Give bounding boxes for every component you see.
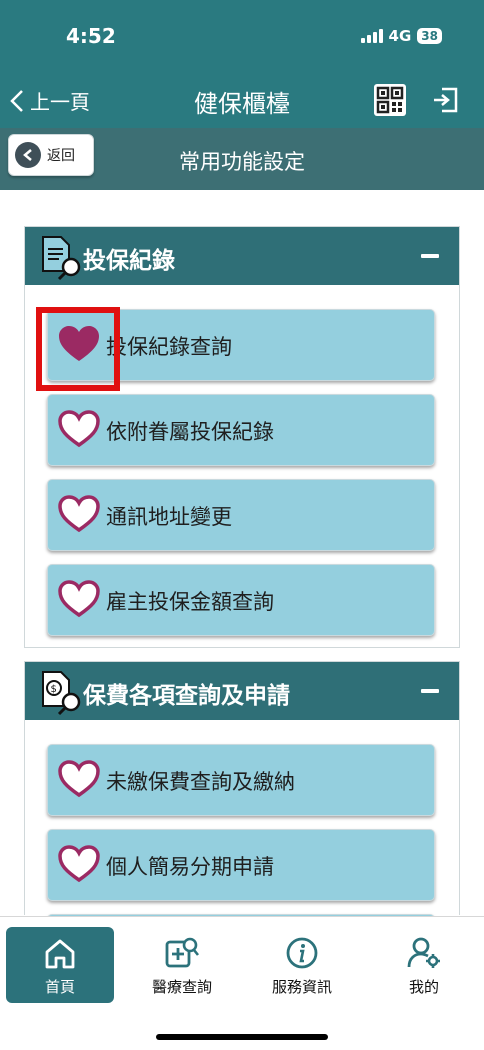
network-label: 4G — [388, 27, 412, 45]
bill-search-icon: $ — [42, 671, 81, 716]
item-label: 雇主投保金額查詢 — [106, 590, 274, 614]
section-insurance-records: 投保紀錄 投保紀錄查詢 依附眷屬投保紀錄 通訊地址變更 雇主投保金額查詢 — [24, 226, 460, 648]
tab-label: 服務資訊 — [271, 978, 332, 996]
section-premium-queries: $ 保費各項查詢及申請 未繳保費查詢及繳納 個人簡易分期申請 — [24, 661, 460, 924]
item-label: 個人簡易分期申請 — [106, 855, 274, 879]
bottom-tab-bar: 首頁 醫療查詢 服務資訊 我的 — [0, 916, 484, 1050]
signal-icon — [360, 29, 383, 43]
heart-outline-icon[interactable] — [56, 579, 102, 619]
medical-search-icon — [165, 937, 200, 968]
item-label: 通訊地址變更 — [106, 505, 232, 529]
svg-text:$: $ — [51, 684, 57, 695]
user-settings-icon — [407, 937, 440, 968]
status-indicators: 4G 38 — [360, 27, 442, 45]
heart-outline-icon[interactable] — [56, 409, 102, 449]
section-title: 投保紀錄 — [83, 248, 175, 274]
battery-icon: 38 — [417, 28, 442, 44]
tab-label: 首頁 — [44, 978, 75, 996]
list-item-unpaid-premium[interactable]: 未繳保費查詢及繳納 — [47, 744, 435, 816]
item-label: 依附眷屬投保紀錄 — [106, 420, 274, 444]
list-item-installment-application[interactable]: 個人簡易分期申請 — [47, 829, 435, 901]
section-header[interactable]: 投保紀錄 — [25, 227, 459, 285]
document-search-icon — [42, 236, 81, 281]
tab-service-info[interactable]: 服務資訊 — [248, 927, 356, 1003]
home-indicator[interactable] — [156, 1034, 328, 1040]
app-header: 4:52 4G 38 上一頁 健保櫃檯 — [0, 0, 484, 128]
section-title: 保費各項查詢及申請 — [83, 683, 290, 709]
logout-icon[interactable] — [432, 86, 460, 114]
heart-outline-icon[interactable] — [56, 844, 102, 884]
list-item-employer-amount-query[interactable]: 雇主投保金額查詢 — [47, 564, 435, 636]
tab-label: 我的 — [408, 978, 439, 996]
section-header[interactable]: $ 保費各項查詢及申請 — [25, 662, 459, 720]
page-title: 健保櫃檯 — [194, 90, 290, 118]
item-label: 未繳保費查詢及繳納 — [106, 770, 295, 794]
sub-title: 常用功能設定 — [179, 150, 305, 174]
list-item-address-change[interactable]: 通訊地址變更 — [47, 479, 435, 551]
heart-outline-icon[interactable] — [56, 759, 102, 799]
status-time: 4:52 — [66, 24, 116, 48]
info-icon — [286, 937, 318, 969]
home-icon — [45, 939, 75, 969]
qr-code-icon[interactable] — [374, 84, 406, 116]
tab-my[interactable]: 我的 — [370, 927, 478, 1003]
item-label: 投保紀錄查詢 — [106, 335, 232, 359]
highlight-box — [36, 307, 120, 391]
collapse-icon[interactable] — [421, 689, 439, 693]
tab-home[interactable]: 首頁 — [6, 927, 114, 1003]
collapse-icon[interactable] — [421, 254, 439, 258]
tab-label: 醫療查詢 — [151, 978, 212, 996]
list-item-dependent-records[interactable]: 依附眷屬投保紀錄 — [47, 394, 435, 466]
heart-outline-icon[interactable] — [56, 494, 102, 534]
tab-medical-query[interactable]: 醫療查詢 — [128, 927, 236, 1003]
